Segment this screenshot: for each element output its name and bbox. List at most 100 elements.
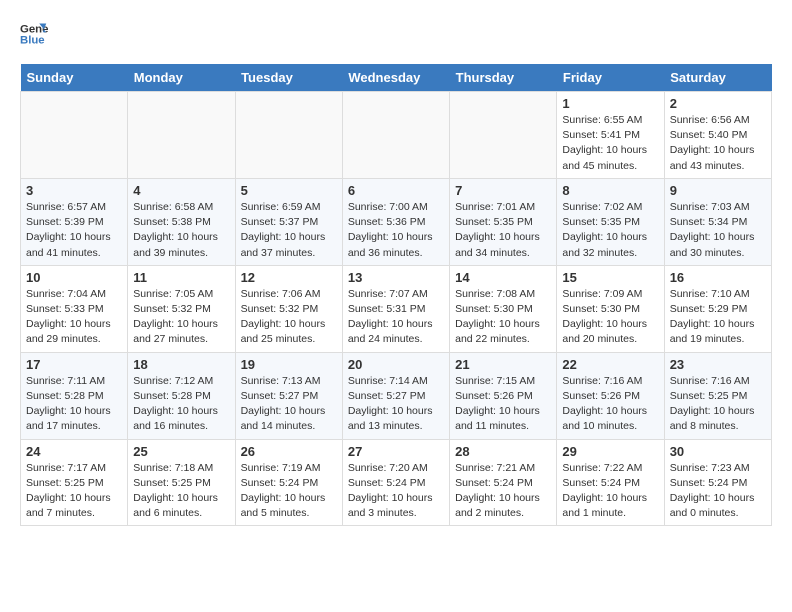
day-info: Sunrise: 7:12 AM Sunset: 5:28 PM Dayligh… — [133, 374, 229, 435]
calendar-cell: 3Sunrise: 6:57 AM Sunset: 5:39 PM Daylig… — [21, 178, 128, 265]
calendar-cell: 6 Sunrise: 7:00 AM Sunset: 5:36 PM Daylig… — [342, 178, 449, 265]
day-number: 27 — [348, 444, 444, 459]
day-number: 21 — [455, 357, 551, 372]
calendar-cell: 26 Sunrise: 7:19 AM Sunset: 5:24 PM Dayli… — [235, 439, 342, 526]
day-number: 14 — [455, 270, 551, 285]
weekday-header-saturday: Saturday — [664, 64, 771, 92]
day-number: 11 — [133, 270, 229, 285]
day-info: Sunrise: 7:00 AM Sunset: 5:36 PM Dayligh… — [348, 200, 444, 261]
weekday-header-tuesday: Tuesday — [235, 64, 342, 92]
calendar-cell: 29 Sunrise: 7:22 AM Sunset: 5:24 PM Dayli… — [557, 439, 664, 526]
calendar-cell: 15 Sunrise: 7:09 AM Sunset: 5:30 PM Dayli… — [557, 265, 664, 352]
calendar-cell — [342, 92, 449, 179]
day-number: 1 — [562, 96, 658, 111]
day-info: Sunrise: 7:10 AM Sunset: 5:29 PM Dayligh… — [670, 287, 766, 348]
day-number: 20 — [348, 357, 444, 372]
day-number: 13 — [348, 270, 444, 285]
day-number: 2 — [670, 96, 766, 111]
day-info: Sunrise: 6:55 AM Sunset: 5:41 PM Dayligh… — [562, 113, 658, 174]
day-number: 15 — [562, 270, 658, 285]
day-number: 10 — [26, 270, 122, 285]
day-number: 18 — [133, 357, 229, 372]
day-info: Sunrise: 7:15 AM Sunset: 5:26 PM Dayligh… — [455, 374, 551, 435]
day-info: Sunrise: 6:57 AM Sunset: 5:39 PM Dayligh… — [26, 200, 122, 261]
calendar-body: 1 Sunrise: 6:55 AM Sunset: 5:41 PM Daylig… — [21, 92, 772, 526]
calendar-cell: 18 Sunrise: 7:12 AM Sunset: 5:28 PM Dayli… — [128, 352, 235, 439]
calendar-cell: 2 Sunrise: 6:56 AM Sunset: 5:40 PM Daylig… — [664, 92, 771, 179]
day-info: Sunrise: 7:16 AM Sunset: 5:25 PM Dayligh… — [670, 374, 766, 435]
calendar-cell: 13 Sunrise: 7:07 AM Sunset: 5:31 PM Dayli… — [342, 265, 449, 352]
day-number: 30 — [670, 444, 766, 459]
calendar-cell: 30 Sunrise: 7:23 AM Sunset: 5:24 PM Dayli… — [664, 439, 771, 526]
day-info: Sunrise: 7:21 AM Sunset: 5:24 PM Dayligh… — [455, 461, 551, 522]
day-number: 19 — [241, 357, 337, 372]
calendar-cell: 24Sunrise: 7:17 AM Sunset: 5:25 PM Dayli… — [21, 439, 128, 526]
day-info: Sunrise: 7:16 AM Sunset: 5:26 PM Dayligh… — [562, 374, 658, 435]
day-number: 17 — [26, 357, 122, 372]
day-info: Sunrise: 7:08 AM Sunset: 5:30 PM Dayligh… — [455, 287, 551, 348]
day-number: 26 — [241, 444, 337, 459]
logo: General Blue — [20, 20, 52, 48]
day-info: Sunrise: 7:07 AM Sunset: 5:31 PM Dayligh… — [348, 287, 444, 348]
day-info: Sunrise: 7:13 AM Sunset: 5:27 PM Dayligh… — [241, 374, 337, 435]
calendar-week-3: 10Sunrise: 7:04 AM Sunset: 5:33 PM Dayli… — [21, 265, 772, 352]
day-info: Sunrise: 6:56 AM Sunset: 5:40 PM Dayligh… — [670, 113, 766, 174]
calendar-cell: 14 Sunrise: 7:08 AM Sunset: 5:30 PM Dayli… — [450, 265, 557, 352]
calendar-cell: 11 Sunrise: 7:05 AM Sunset: 5:32 PM Dayli… — [128, 265, 235, 352]
day-info: Sunrise: 6:59 AM Sunset: 5:37 PM Dayligh… — [241, 200, 337, 261]
day-number: 23 — [670, 357, 766, 372]
calendar-week-5: 24Sunrise: 7:17 AM Sunset: 5:25 PM Dayli… — [21, 439, 772, 526]
calendar-week-2: 3Sunrise: 6:57 AM Sunset: 5:39 PM Daylig… — [21, 178, 772, 265]
day-number: 22 — [562, 357, 658, 372]
weekday-header-monday: Monday — [128, 64, 235, 92]
day-number: 5 — [241, 183, 337, 198]
day-info: Sunrise: 7:23 AM Sunset: 5:24 PM Dayligh… — [670, 461, 766, 522]
day-info: Sunrise: 7:18 AM Sunset: 5:25 PM Dayligh… — [133, 461, 229, 522]
day-number: 25 — [133, 444, 229, 459]
day-info: Sunrise: 7:09 AM Sunset: 5:30 PM Dayligh… — [562, 287, 658, 348]
day-info: Sunrise: 7:11 AM Sunset: 5:28 PM Dayligh… — [26, 374, 122, 435]
svg-text:Blue: Blue — [20, 35, 45, 47]
weekday-header-sunday: Sunday — [21, 64, 128, 92]
day-number: 6 — [348, 183, 444, 198]
calendar-cell: 19 Sunrise: 7:13 AM Sunset: 5:27 PM Dayli… — [235, 352, 342, 439]
day-info: Sunrise: 7:22 AM Sunset: 5:24 PM Dayligh… — [562, 461, 658, 522]
calendar-cell: 5 Sunrise: 6:59 AM Sunset: 5:37 PM Daylig… — [235, 178, 342, 265]
day-info: Sunrise: 7:03 AM Sunset: 5:34 PM Dayligh… — [670, 200, 766, 261]
calendar-table: SundayMondayTuesdayWednesdayThursdayFrid… — [20, 64, 772, 526]
calendar-cell: 20 Sunrise: 7:14 AM Sunset: 5:27 PM Dayli… — [342, 352, 449, 439]
day-info: Sunrise: 7:01 AM Sunset: 5:35 PM Dayligh… — [455, 200, 551, 261]
calendar-cell — [450, 92, 557, 179]
calendar-cell: 10Sunrise: 7:04 AM Sunset: 5:33 PM Dayli… — [21, 265, 128, 352]
day-info: Sunrise: 7:14 AM Sunset: 5:27 PM Dayligh… — [348, 374, 444, 435]
day-number: 8 — [562, 183, 658, 198]
day-info: Sunrise: 7:19 AM Sunset: 5:24 PM Dayligh… — [241, 461, 337, 522]
day-number: 28 — [455, 444, 551, 459]
calendar-cell: 23 Sunrise: 7:16 AM Sunset: 5:25 PM Dayli… — [664, 352, 771, 439]
weekday-header-friday: Friday — [557, 64, 664, 92]
calendar-cell: 27 Sunrise: 7:20 AM Sunset: 5:24 PM Dayli… — [342, 439, 449, 526]
calendar-cell: 8Sunrise: 7:02 AM Sunset: 5:35 PM Daylig… — [557, 178, 664, 265]
calendar-cell: 17 Sunrise: 7:11 AM Sunset: 5:28 PM Dayli… — [21, 352, 128, 439]
day-info: Sunrise: 6:58 AM Sunset: 5:38 PM Dayligh… — [133, 200, 229, 261]
page-header: General Blue — [20, 20, 772, 48]
calendar-cell — [21, 92, 128, 179]
day-info: Sunrise: 7:05 AM Sunset: 5:32 PM Dayligh… — [133, 287, 229, 348]
calendar-cell: 7Sunrise: 7:01 AM Sunset: 5:35 PM Daylig… — [450, 178, 557, 265]
calendar-week-4: 17 Sunrise: 7:11 AM Sunset: 5:28 PM Dayli… — [21, 352, 772, 439]
calendar-header-row: SundayMondayTuesdayWednesdayThursdayFrid… — [21, 64, 772, 92]
calendar-cell: 12Sunrise: 7:06 AM Sunset: 5:32 PM Dayli… — [235, 265, 342, 352]
day-number: 9 — [670, 183, 766, 198]
calendar-cell: 25 Sunrise: 7:18 AM Sunset: 5:25 PM Dayli… — [128, 439, 235, 526]
day-info: Sunrise: 7:20 AM Sunset: 5:24 PM Dayligh… — [348, 461, 444, 522]
day-number: 29 — [562, 444, 658, 459]
day-info: Sunrise: 7:06 AM Sunset: 5:32 PM Dayligh… — [241, 287, 337, 348]
calendar-cell: 21 Sunrise: 7:15 AM Sunset: 5:26 PM Dayli… — [450, 352, 557, 439]
calendar-cell: 9 Sunrise: 7:03 AM Sunset: 5:34 PM Daylig… — [664, 178, 771, 265]
weekday-header-thursday: Thursday — [450, 64, 557, 92]
calendar-cell: 22 Sunrise: 7:16 AM Sunset: 5:26 PM Dayli… — [557, 352, 664, 439]
calendar-cell: 4Sunrise: 6:58 AM Sunset: 5:38 PM Daylig… — [128, 178, 235, 265]
calendar-cell — [235, 92, 342, 179]
calendar-cell: 28 Sunrise: 7:21 AM Sunset: 5:24 PM Dayli… — [450, 439, 557, 526]
calendar-week-1: 1 Sunrise: 6:55 AM Sunset: 5:41 PM Daylig… — [21, 92, 772, 179]
